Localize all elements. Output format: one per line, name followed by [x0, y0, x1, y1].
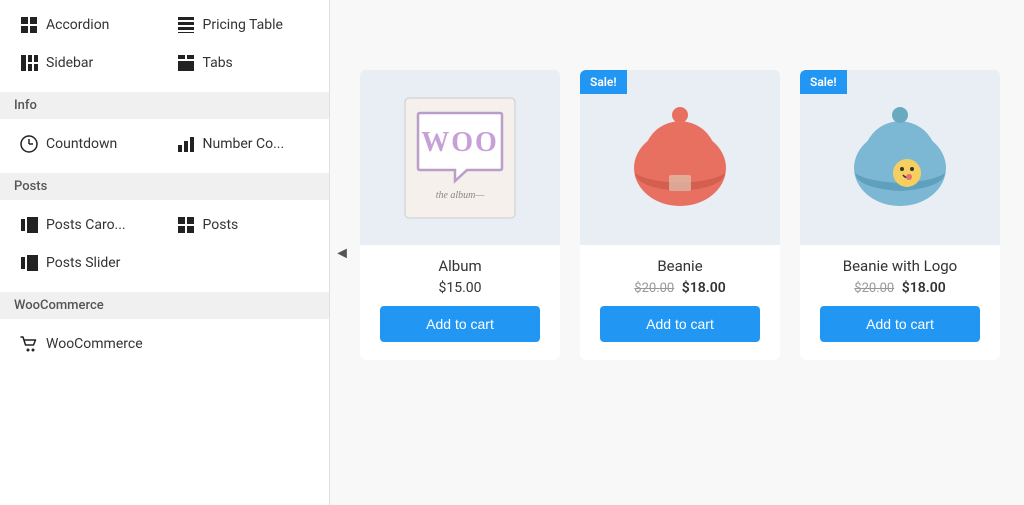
- number-counter-label: Number Co...: [203, 136, 285, 152]
- tabs-label: Tabs: [203, 55, 233, 71]
- pricing-table-label: Pricing Table: [203, 17, 283, 33]
- posts-icon: [177, 216, 195, 234]
- product-card-beanie-logo: Sale!: [800, 70, 1000, 360]
- product-info-beanie: Beanie $20.00 $18.00 Add to cart: [580, 245, 780, 360]
- countdown-label: Countdown: [46, 136, 117, 152]
- price-original-beanie: $20.00: [634, 281, 674, 296]
- product-card-album: WOO the album— Album $15.00 Add to cart: [360, 70, 560, 360]
- product-image-album: WOO the album—: [360, 70, 560, 245]
- sidebar-icon: [20, 54, 38, 72]
- bar-chart-icon: [177, 135, 195, 153]
- sidebar-item-posts-carousel[interactable]: Posts Caro...: [10, 208, 163, 242]
- sidebar-item-tabs[interactable]: Tabs: [167, 46, 320, 80]
- product-card-beanie: Sale! Beanie $20.00 $: [580, 70, 780, 360]
- cart-icon: [20, 335, 38, 353]
- product-info-beanie-logo: Beanie with Logo $20.00 $18.00 Add to ca…: [800, 245, 1000, 360]
- add-to-cart-beanie[interactable]: Add to cart: [600, 306, 760, 342]
- sidebar-item-posts-slider[interactable]: Posts Slider: [10, 246, 163, 280]
- add-to-cart-beanie-logo[interactable]: Add to cart: [820, 306, 980, 342]
- posts-label: Posts: [203, 217, 239, 233]
- sidebar-item-countdown[interactable]: Countdown: [10, 127, 163, 161]
- sidebar-item-posts[interactable]: Posts: [167, 208, 320, 242]
- posts-slider-label: Posts Slider: [46, 255, 120, 271]
- accordion-label: Accordion: [46, 17, 109, 33]
- svg-text:the album—: the album—: [436, 190, 485, 201]
- price-sale-beanie: $18.00: [682, 280, 726, 296]
- slider-icon: [20, 254, 38, 272]
- sidebar-item-woocommerce[interactable]: WooCommerce: [10, 327, 163, 361]
- clock-icon: [20, 135, 38, 153]
- section-header-posts: Posts: [0, 173, 329, 200]
- price-original-beanie-logo: $20.00: [854, 281, 894, 296]
- product-name-album: Album: [370, 257, 550, 275]
- sidebar-section-posts: Posts Caro... Posts Posts Slider: [0, 200, 329, 288]
- woocommerce-label: WooCommerce: [46, 336, 143, 352]
- sidebar-item-number-counter[interactable]: Number Co...: [167, 127, 320, 161]
- product-info-album: Album $15.00 Add to cart: [360, 245, 560, 360]
- add-to-cart-album[interactable]: Add to cart: [380, 306, 540, 342]
- scroll-left-handle[interactable]: ◄: [330, 241, 354, 265]
- product-name-beanie: Beanie: [590, 257, 770, 275]
- sidebar: Accordion Pricing Table: [0, 0, 330, 505]
- sidebar-item-sidebar[interactable]: Sidebar: [10, 46, 163, 80]
- accordion-icon: [20, 16, 38, 34]
- section-header-info: Info: [0, 92, 329, 119]
- sidebar-section-woocommerce: WooCommerce: [0, 319, 329, 369]
- product-price-beanie: $20.00 $18.00: [590, 280, 770, 296]
- sidebar-section-info: Countdown Number Co...: [0, 119, 329, 169]
- product-price-album: $15.00: [370, 280, 550, 296]
- products-grid: WOO the album— Album $15.00 Add to cart …: [360, 70, 984, 360]
- sale-badge-beanie-logo: Sale!: [800, 70, 847, 94]
- product-name-beanie-logo: Beanie with Logo: [810, 257, 990, 275]
- section-header-woocommerce: WooCommerce: [0, 292, 329, 319]
- pricing-table-icon: [177, 16, 195, 34]
- carousel-icon: [20, 216, 38, 234]
- sidebar-item-accordion[interactable]: Accordion: [10, 8, 163, 42]
- sidebar-section-layout: Accordion Pricing Table: [0, 0, 329, 88]
- sale-badge-beanie: Sale!: [580, 70, 627, 94]
- price-value-album: $15.00: [438, 280, 481, 296]
- product-image-beanie: Sale!: [580, 70, 780, 245]
- svg-text:WOO: WOO: [421, 127, 499, 158]
- sidebar-item-pricing-table[interactable]: Pricing Table: [167, 8, 320, 42]
- product-image-beanie-logo: Sale!: [800, 70, 1000, 245]
- main-content: ◄ WOO the album— Album $15.00: [330, 0, 1024, 505]
- posts-carousel-label: Posts Caro...: [46, 217, 126, 233]
- price-sale-beanie-logo: $18.00: [902, 280, 946, 296]
- tabs-icon: [177, 54, 195, 72]
- sidebar-label: Sidebar: [46, 55, 93, 71]
- product-price-beanie-logo: $20.00 $18.00: [810, 280, 990, 296]
